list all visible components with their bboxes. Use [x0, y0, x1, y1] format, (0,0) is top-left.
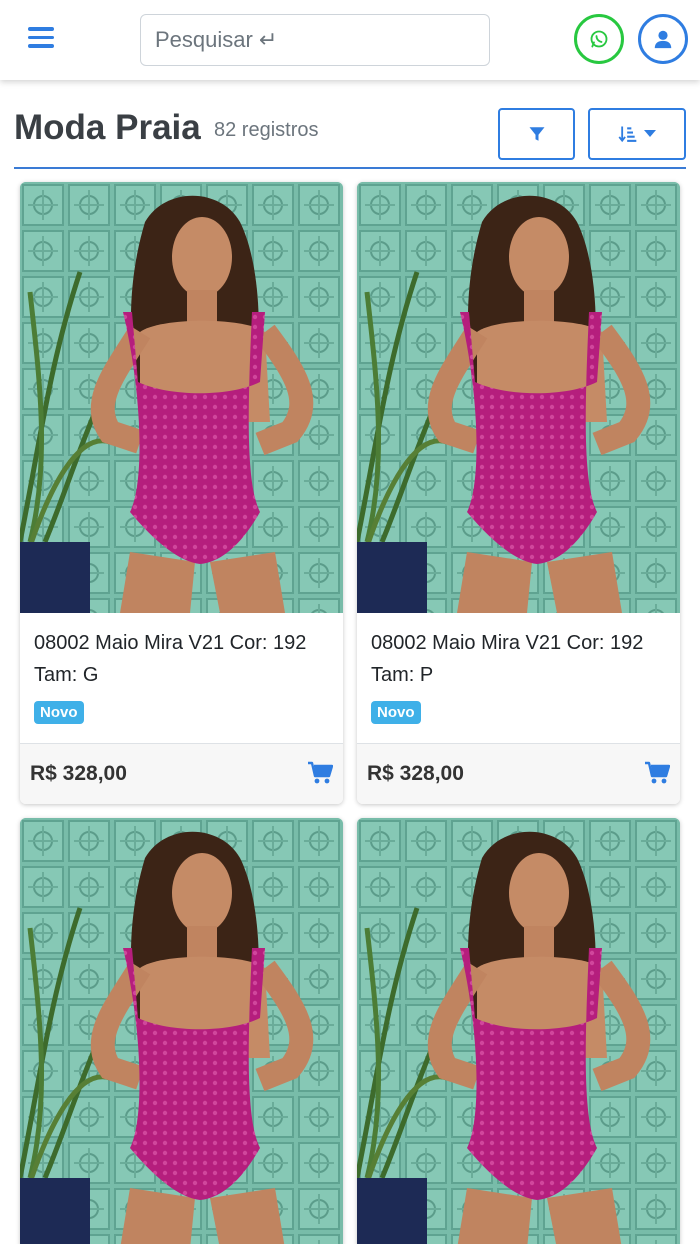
- sort-dropdown-button[interactable]: [588, 108, 686, 160]
- product-image[interactable]: [357, 818, 680, 1244]
- add-to-cart-icon[interactable]: [644, 761, 670, 785]
- whatsapp-icon: [590, 30, 608, 48]
- user-icon: [654, 30, 672, 49]
- enter-icon: ↵: [258, 27, 278, 52]
- sort-icon: [618, 126, 637, 143]
- top-navbar: Pesquisar ↵: [0, 0, 700, 80]
- title-divider: [14, 167, 686, 169]
- product-image[interactable]: [357, 182, 680, 613]
- product-card[interactable]: [357, 818, 680, 1244]
- filter-button[interactable]: [498, 108, 575, 160]
- record-count: 82 registros: [214, 119, 319, 141]
- search-input[interactable]: Pesquisar ↵: [140, 14, 490, 66]
- product-name[interactable]: 08002 Maio Mira V21 Cor: 192 Tam: P: [371, 627, 666, 691]
- page-header: Moda Praia 82 registros: [14, 100, 686, 166]
- caret-down-icon: [644, 130, 656, 137]
- product-image[interactable]: [20, 818, 343, 1244]
- new-badge: Novo: [371, 701, 421, 724]
- product-image[interactable]: [20, 182, 343, 613]
- new-badge: Novo: [34, 701, 84, 724]
- page-title: Moda Praia: [14, 108, 201, 147]
- add-to-cart-icon[interactable]: [307, 761, 333, 785]
- product-price: R$ 328,00: [30, 762, 127, 785]
- product-card[interactable]: [20, 818, 343, 1244]
- whatsapp-button[interactable]: [574, 14, 624, 64]
- hamburger-menu-icon[interactable]: [28, 27, 54, 51]
- product-price: R$ 328,00: [367, 762, 464, 785]
- search-placeholder: Pesquisar: [155, 27, 253, 52]
- filter-icon: [529, 127, 544, 141]
- product-card[interactable]: 08002 Maio Mira V21 Cor: 192 Tam: P Novo…: [357, 182, 680, 804]
- product-card[interactable]: 08002 Maio Mira V21 Cor: 192 Tam: G Novo…: [20, 182, 343, 804]
- product-name[interactable]: 08002 Maio Mira V21 Cor: 192 Tam: G: [34, 627, 329, 691]
- user-account-button[interactable]: [638, 14, 688, 64]
